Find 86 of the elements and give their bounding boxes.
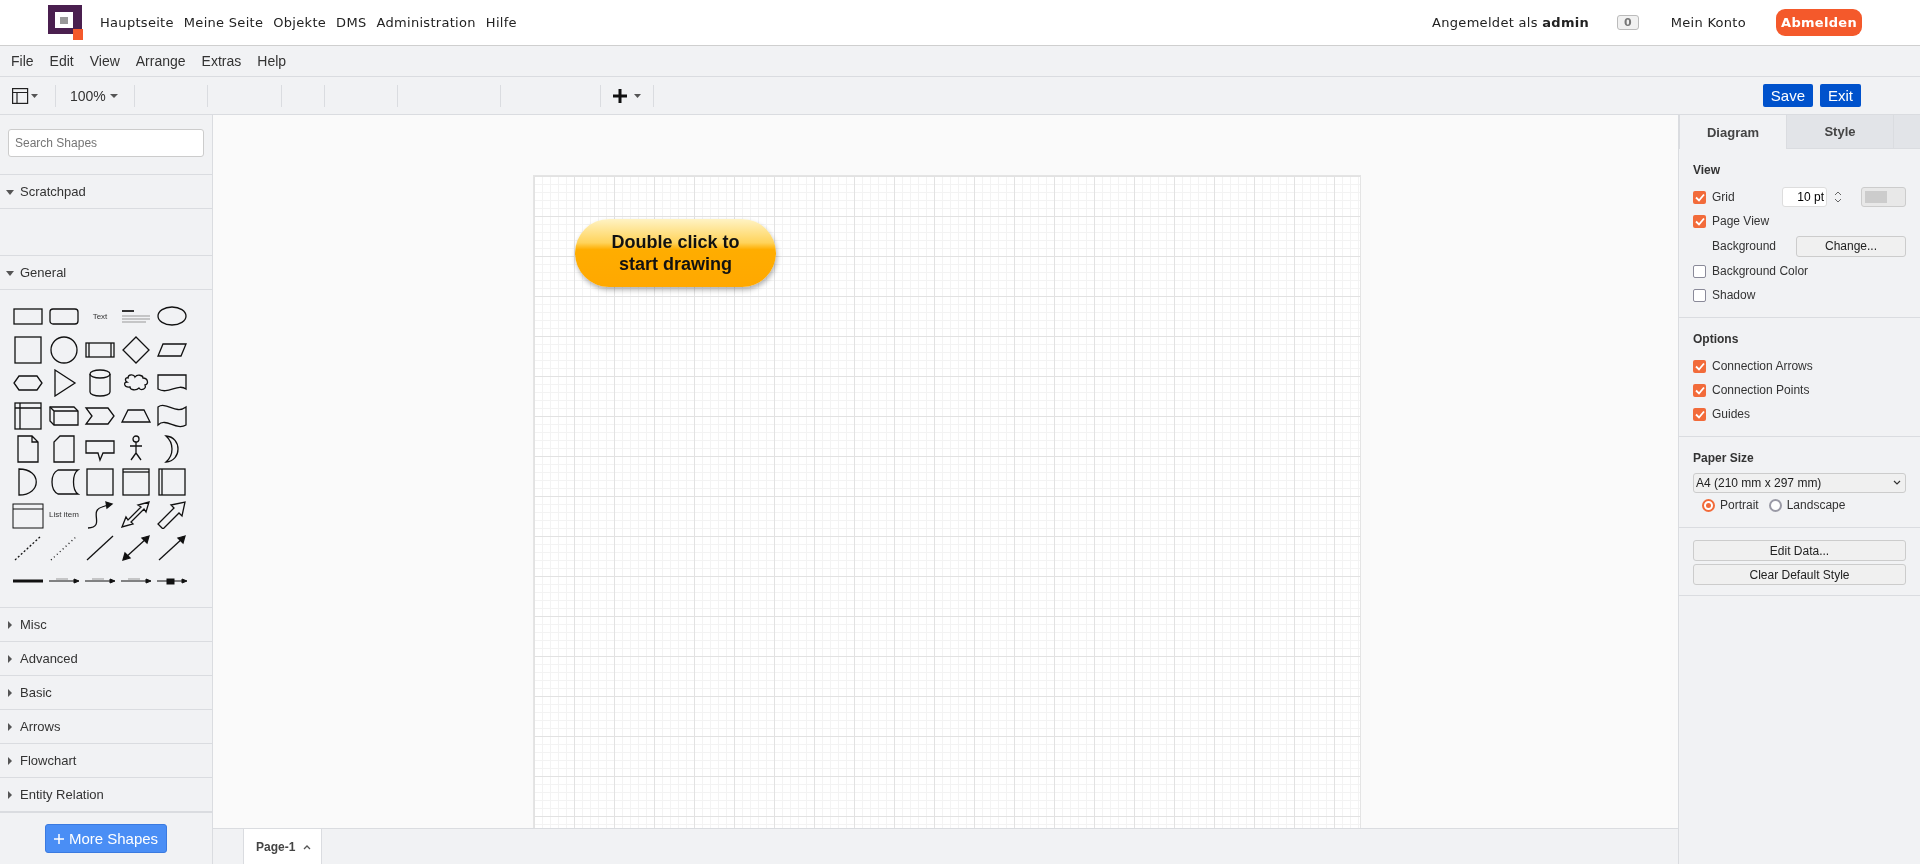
check-icon	[1694, 192, 1705, 202]
nav-link[interactable]: DMS	[336, 15, 367, 30]
logo-icon[interactable]	[48, 5, 83, 40]
caret-icon	[109, 92, 118, 99]
check-icon	[1694, 216, 1705, 226]
menu-item[interactable]: Extras	[193, 53, 250, 69]
menu-item[interactable]: Help	[249, 53, 295, 69]
checkbox[interactable]	[1693, 407, 1706, 421]
checkbox[interactable]	[1693, 190, 1706, 204]
caret-icon	[1893, 480, 1901, 486]
check-icon	[1694, 409, 1705, 419]
checkbox[interactable]	[1693, 359, 1706, 373]
radio-button[interactable]	[1702, 498, 1715, 512]
shape-label[interactable]: List item	[49, 510, 79, 519]
diamond-shape-icon[interactable]	[120, 335, 152, 364]
nav-link[interactable]: Hauptseite	[100, 15, 174, 30]
panel-tab[interactable]: Style	[1786, 115, 1893, 149]
menu-item[interactable]: Edit	[41, 53, 82, 69]
radio-button[interactable]	[1768, 498, 1782, 512]
nav-link[interactable]: Meine Seite	[183, 15, 264, 30]
search-field[interactable]: Search Shapes	[8, 129, 204, 157]
layout-icon[interactable]	[12, 87, 40, 104]
block-arrow-shape-icon[interactable]	[156, 500, 188, 529]
line-shape-icon[interactable]	[84, 533, 116, 562]
checkbox-label: Connection Points	[1712, 383, 1810, 397]
sidebar-section-header[interactable]: Scratchpad	[20, 184, 86, 199]
checkbox-label: Grid	[1712, 190, 1735, 204]
internal-storage-shape-icon[interactable]	[12, 401, 44, 430]
notification-count[interactable]: 0	[1617, 15, 1639, 30]
change-button[interactable]: Change...	[1796, 235, 1906, 257]
radio-label: Portrait	[1720, 498, 1759, 512]
container-shape-icon[interactable]	[120, 467, 152, 496]
sidebar-section-header[interactable]: Entity Relation	[20, 787, 104, 802]
panel-button[interactable]: Clear Default Style	[1693, 564, 1906, 585]
background-label: Background	[1712, 239, 1777, 253]
page-tab[interactable]: Page-1	[243, 829, 323, 864]
zoom-dropdown[interactable]: 100%	[70, 87, 134, 104]
sidebar-section-header[interactable]: Arrows	[20, 719, 61, 734]
plus-icon	[53, 834, 64, 844]
shape-label[interactable]: Text	[92, 312, 108, 321]
menu-item[interactable]: Arrange	[127, 53, 194, 69]
sidebar-section-header[interactable]: Basic	[20, 685, 52, 700]
checkbox-label: Guides	[1712, 407, 1751, 421]
sidebar-section-header[interactable]: Advanced	[20, 651, 78, 666]
menu-item[interactable]: View	[81, 53, 128, 69]
grid-color-swatch[interactable]	[1861, 187, 1906, 207]
radio-label: Landscape	[1786, 498, 1846, 512]
sidebar-section-header[interactable]: Misc	[20, 617, 47, 632]
checkbox[interactable]	[1693, 264, 1706, 278]
bidir-block-shape-icon[interactable]	[120, 500, 152, 529]
caret-icon	[303, 843, 312, 850]
textbox-shape-icon[interactable]	[122, 308, 150, 325]
sidebar-section-header[interactable]: Flowchart	[20, 753, 77, 768]
menu-item[interactable]: File	[3, 53, 42, 69]
checkbox-label: Page View	[1712, 214, 1770, 228]
checkbox[interactable]	[1693, 288, 1706, 302]
checkbox-label: Shadow	[1712, 288, 1756, 302]
bidir-line-shape-icon[interactable]	[120, 533, 152, 562]
nav-link[interactable]: Hilfe	[485, 15, 517, 30]
drawing-page[interactable]: Double click to start drawing	[533, 175, 1361, 828]
square-shape-icon[interactable]	[84, 467, 116, 496]
checkbox-label: Background Color	[1712, 264, 1809, 278]
section-title: View	[1693, 163, 1722, 177]
check-icon	[1694, 361, 1705, 371]
square-shape-icon[interactable]	[12, 335, 44, 364]
directed-line-shape-icon[interactable]	[156, 533, 188, 562]
save-button[interactable]: Save	[1762, 84, 1813, 107]
account-link[interactable]: Mein Konto	[1670, 15, 1747, 30]
circle-shape-icon[interactable]	[48, 335, 80, 364]
start-drawing-hint[interactable]: Double click to start drawing	[575, 219, 776, 287]
login-status: Angemeldet als admin	[1432, 15, 1590, 30]
sidebar-section-header[interactable]: General	[20, 265, 67, 280]
checkbox[interactable]	[1693, 214, 1706, 228]
nav-link[interactable]: Administration	[376, 15, 476, 30]
data-storage-shape-icon[interactable]	[48, 467, 80, 496]
grid-size-field[interactable]: 10 pt	[1782, 187, 1827, 207]
nav-link[interactable]: Objekte	[273, 15, 327, 30]
check-icon	[1694, 385, 1705, 395]
paper-size-select[interactable]: A4 (210 mm x 297 mm)	[1693, 473, 1906, 493]
panel-button[interactable]: Edit Data...	[1693, 540, 1906, 561]
checkbox[interactable]	[1693, 383, 1706, 397]
exit-button[interactable]: Exit	[1820, 84, 1861, 107]
section-title: Options	[1693, 332, 1740, 346]
section-title: Paper Size	[1693, 451, 1755, 465]
checkbox-label: Connection Arrows	[1712, 359, 1813, 373]
swimlane-shape-icon[interactable]	[156, 467, 188, 496]
